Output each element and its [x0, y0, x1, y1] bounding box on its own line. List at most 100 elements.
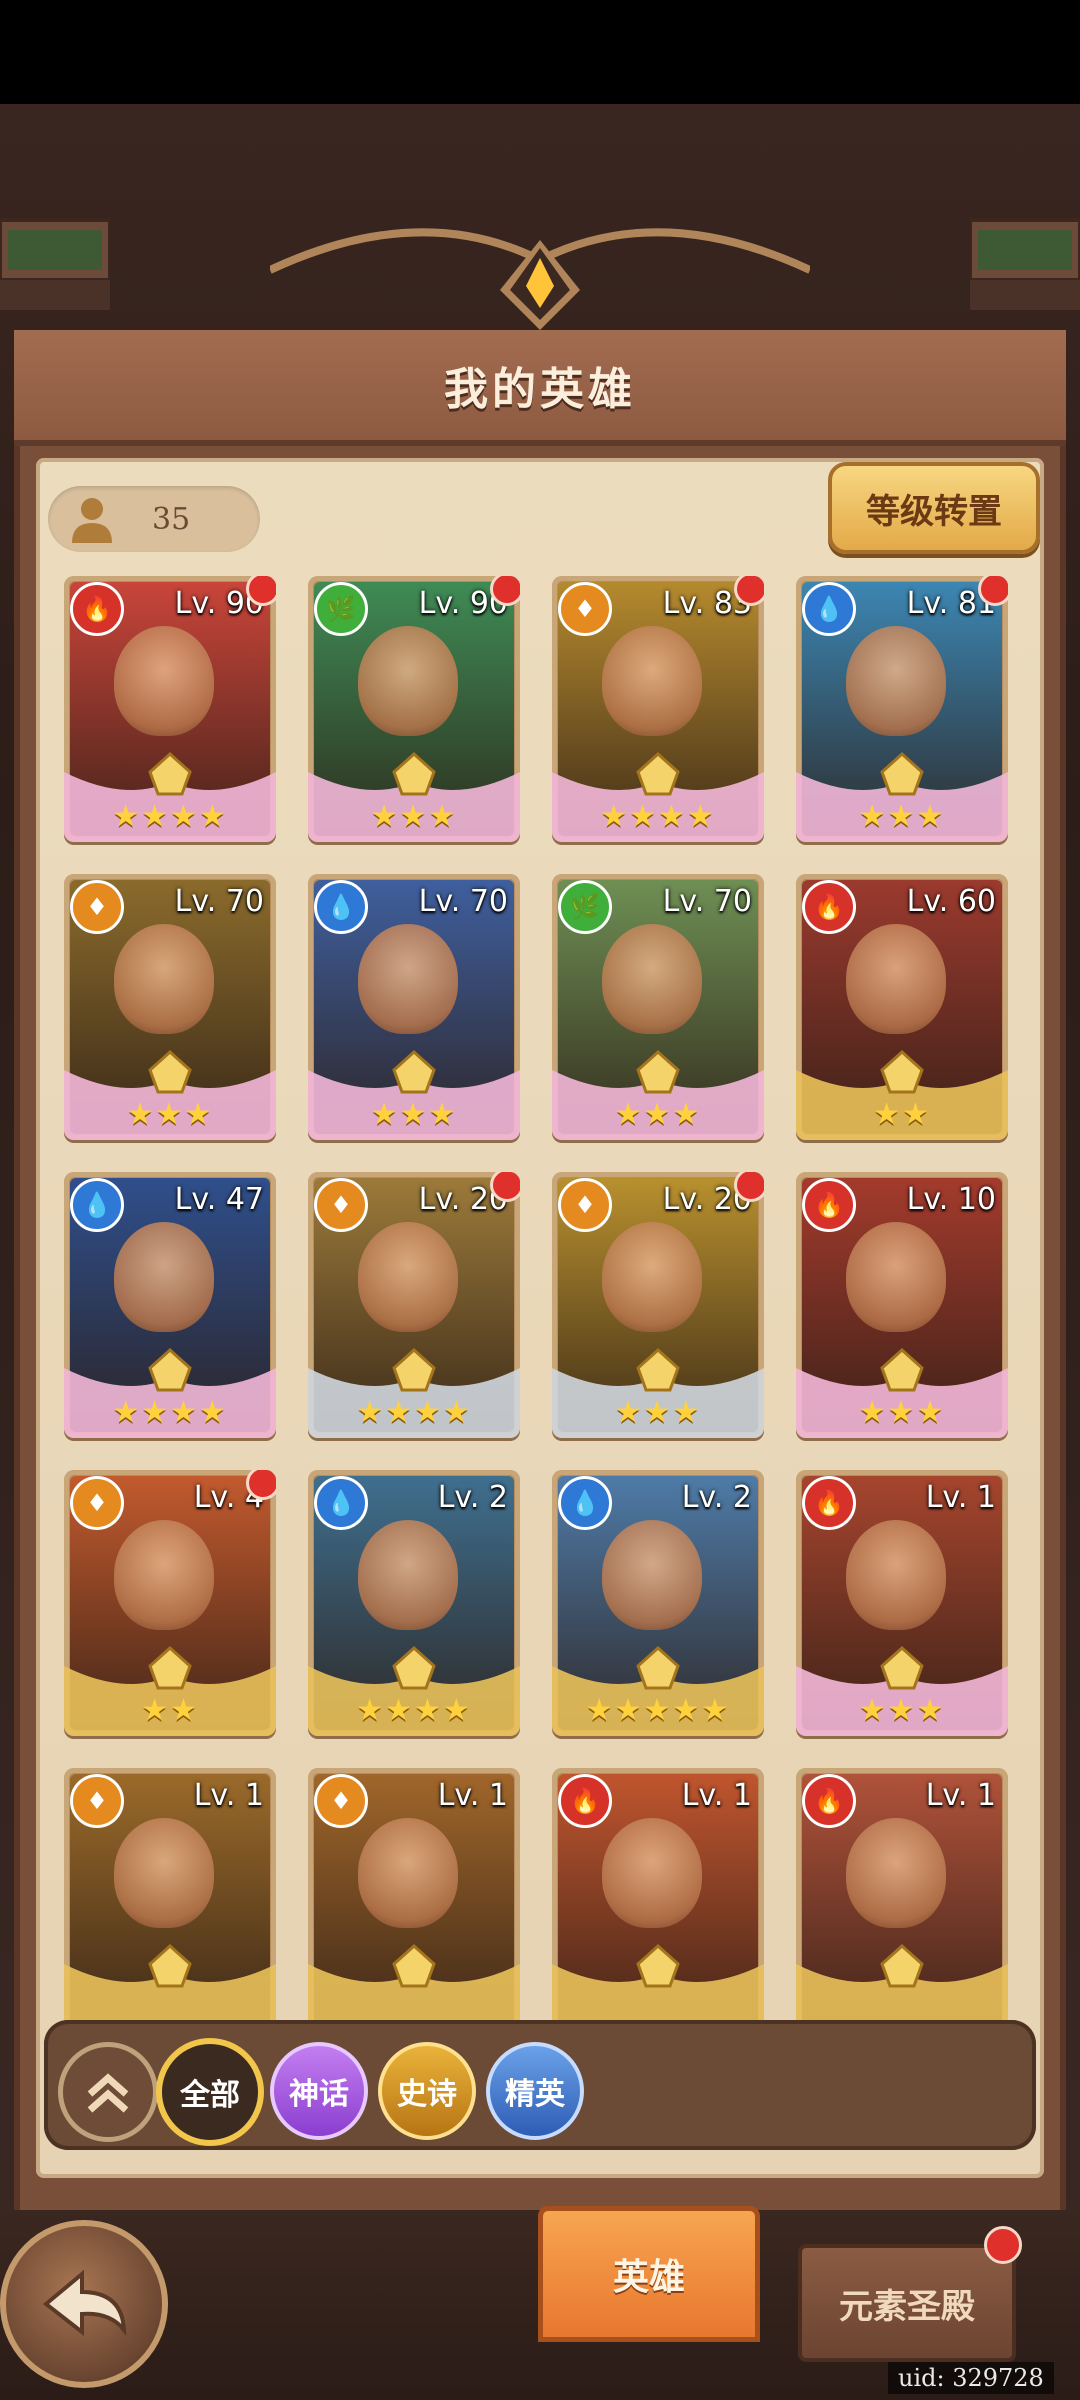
filter-all-button[interactable]: 全部	[156, 2038, 264, 2146]
hero-face	[358, 1520, 458, 1630]
light-element-icon: ♦	[70, 880, 124, 934]
filter-elite-button[interactable]: 精英	[486, 2042, 584, 2140]
light-element-icon: ♦	[70, 1476, 124, 1530]
fire-element-icon: 🔥	[802, 880, 856, 934]
hero-face	[602, 1520, 702, 1630]
hero-face	[602, 626, 702, 736]
hero-card[interactable]: 🌿 Lv. 90 ★★★	[308, 576, 520, 842]
hero-stars: ★★★★	[112, 799, 228, 834]
hero-card[interactable]: 🔥 Lv. 10 ★★★	[796, 1172, 1008, 1438]
hero-card[interactable]: 💧 Lv. 2 ★★★★	[308, 1470, 520, 1736]
hero-level: Lv. 1	[437, 1778, 508, 1813]
notification-dot	[984, 2226, 1022, 2264]
hero-level: Lv. 60	[906, 884, 996, 919]
filter-myth-button[interactable]: 神话	[270, 2042, 368, 2140]
tab-element-temple-label: 元素圣殿	[839, 2286, 975, 2327]
hero-stars: ★★★	[858, 799, 946, 834]
hero-face	[846, 924, 946, 1034]
water-element-icon: 💧	[314, 1476, 368, 1530]
hero-card[interactable]: 💧 Lv. 81 ★★★	[796, 576, 1008, 842]
rank-frame	[308, 1943, 520, 2034]
fire-element-icon: 🔥	[558, 1774, 612, 1828]
right-pillar-decoration	[970, 218, 1080, 310]
hero-face	[114, 626, 214, 736]
collapse-chevron-icon[interactable]	[58, 2042, 158, 2142]
level-transfer-button[interactable]: 等级转置	[828, 462, 1040, 554]
fire-element-icon: 🔥	[802, 1178, 856, 1232]
hero-face	[114, 924, 214, 1034]
hero-card[interactable]: 🔥 Lv. 1	[796, 1768, 1008, 2034]
hero-stars: ★★★★	[600, 799, 716, 834]
hero-card[interactable]: 💧 Lv. 2 ★★★★★	[552, 1470, 764, 1736]
hero-face	[114, 1818, 214, 1928]
hero-card[interactable]: 🔥 Lv. 60 ★★	[796, 874, 1008, 1140]
hero-level: Lv. 2	[681, 1480, 752, 1515]
rank-frame	[796, 1943, 1008, 2034]
tab-element-temple[interactable]: 元素圣殿	[798, 2226, 1022, 2362]
hero-card[interactable]: ♦ Lv. 4 ★★	[64, 1470, 276, 1736]
back-button[interactable]	[0, 2220, 168, 2388]
rank-frame	[64, 1943, 276, 2034]
hero-face	[602, 1222, 702, 1332]
rank-frame	[552, 1943, 764, 2034]
hero-face	[846, 1520, 946, 1630]
hero-level: Lv. 1	[925, 1480, 996, 1515]
notification-dot	[978, 576, 1008, 606]
nature-element-icon: 🌿	[558, 880, 612, 934]
title-bar: 我的英雄	[14, 330, 1066, 446]
hero-card[interactable]: 💧 Lv. 47 ★★★★	[64, 1172, 276, 1438]
hero-card[interactable]: 💧 Lv. 70 ★★★	[308, 874, 520, 1140]
tab-hero[interactable]: 英雄	[538, 2206, 760, 2342]
hero-level: Lv. 2	[437, 1480, 508, 1515]
hero-stars: ★★★	[858, 1395, 946, 1430]
light-element-icon: ♦	[314, 1774, 368, 1828]
hero-face	[602, 924, 702, 1034]
hero-face	[846, 1818, 946, 1928]
hero-stars: ★★★	[370, 1097, 458, 1132]
hero-stars: ★★★★	[356, 1693, 472, 1728]
fire-element-icon: 🔥	[802, 1476, 856, 1530]
hero-count-chip: 35	[48, 486, 260, 552]
hero-level: Lv. 70	[418, 884, 508, 919]
hero-face	[358, 1818, 458, 1928]
hero-face	[114, 1222, 214, 1332]
hero-card[interactable]: 🔥 Lv. 1	[552, 1768, 764, 2034]
hero-level: Lv. 70	[174, 884, 264, 919]
filter-epic-button[interactable]: 史诗	[378, 2042, 476, 2140]
notification-dot	[246, 1470, 276, 1500]
water-element-icon: 💧	[314, 880, 368, 934]
hero-level: Lv. 47	[174, 1182, 264, 1217]
hero-card[interactable]: ♦ Lv. 20 ★★★★	[308, 1172, 520, 1438]
hero-face	[602, 1818, 702, 1928]
water-element-icon: 💧	[70, 1178, 124, 1232]
hero-card[interactable]: ♦ Lv. 1	[64, 1768, 276, 2034]
fire-element-icon: 🔥	[802, 1774, 856, 1828]
hero-grid: 🔥 Lv. 90 ★★★★ 🌿 Lv. 90 ★★★ ♦ Lv. 83 ★★★★ 💧 Lv. 81 ★…	[64, 576, 1044, 2034]
hero-card[interactable]: ♦ Lv. 70 ★★★	[64, 874, 276, 1140]
hero-card[interactable]: 🔥 Lv. 1 ★★★	[796, 1470, 1008, 1736]
hero-stars: ★★★	[614, 1395, 702, 1430]
hero-face	[358, 626, 458, 736]
hero-card[interactable]: ♦ Lv. 1	[308, 1768, 520, 2034]
hero-level: Lv. 1	[193, 1778, 264, 1813]
hero-stars: ★★★★	[356, 1395, 472, 1430]
hero-card[interactable]: 🌿 Lv. 70 ★★★	[552, 874, 764, 1140]
hero-card[interactable]: ♦ Lv. 83 ★★★★	[552, 576, 764, 842]
hero-level: Lv. 10	[906, 1182, 996, 1217]
hero-count: 35	[152, 501, 191, 537]
page-title: 我的英雄	[444, 364, 636, 415]
hero-stars: ★★★★★	[585, 1693, 731, 1728]
hero-card[interactable]: 🔥 Lv. 90 ★★★★	[64, 576, 276, 842]
hero-card[interactable]: ♦ Lv. 20 ★★★	[552, 1172, 764, 1438]
hero-stars: ★★★	[126, 1097, 214, 1132]
hero-face	[846, 626, 946, 736]
water-element-icon: 💧	[558, 1476, 612, 1530]
left-pillar-decoration	[0, 218, 110, 310]
notification-dot	[734, 576, 764, 606]
hero-level: Lv. 1	[925, 1778, 996, 1813]
hero-face	[358, 1222, 458, 1332]
nature-element-icon: 🌿	[314, 582, 368, 636]
fire-element-icon: 🔥	[70, 582, 124, 636]
hero-face	[846, 1222, 946, 1332]
hero-stars: ★★★	[614, 1097, 702, 1132]
